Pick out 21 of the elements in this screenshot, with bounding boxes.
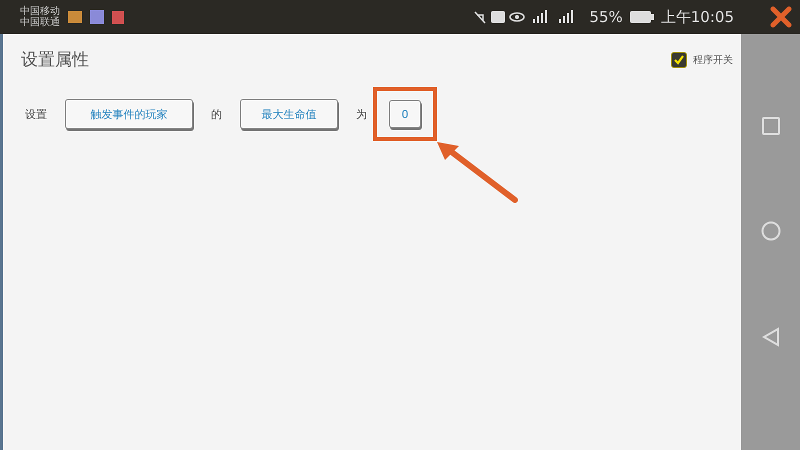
- app-notification-icon: [90, 10, 104, 24]
- statement-text: 为: [356, 106, 367, 122]
- checkbox[interactable]: [671, 52, 687, 68]
- parameter-button[interactable]: 最大生命值: [240, 99, 338, 129]
- home-icon[interactable]: [760, 221, 780, 241]
- close-icon[interactable]: [770, 6, 792, 28]
- carrier-label: 中国联通: [20, 17, 60, 28]
- dialog-title: 设置属性: [21, 49, 89, 71]
- clock: 上午10:05: [660, 8, 734, 26]
- statement-text: 设置: [25, 106, 47, 122]
- app-notification-icon: [112, 11, 124, 24]
- value-button[interactable]: 0: [389, 100, 421, 128]
- checkbox-label: 程序开关: [693, 54, 733, 66]
- back-icon[interactable]: [762, 327, 780, 347]
- app-notification-icon: [68, 11, 82, 23]
- recents-icon[interactable]: [762, 117, 780, 135]
- statement-text: 的: [211, 106, 222, 122]
- battery-icon: [628, 10, 655, 24]
- battery-percent: 55%: [589, 8, 623, 26]
- parameter-button[interactable]: 触发事件的玩家: [65, 99, 193, 129]
- carrier-label: 中国移动: [20, 6, 60, 17]
